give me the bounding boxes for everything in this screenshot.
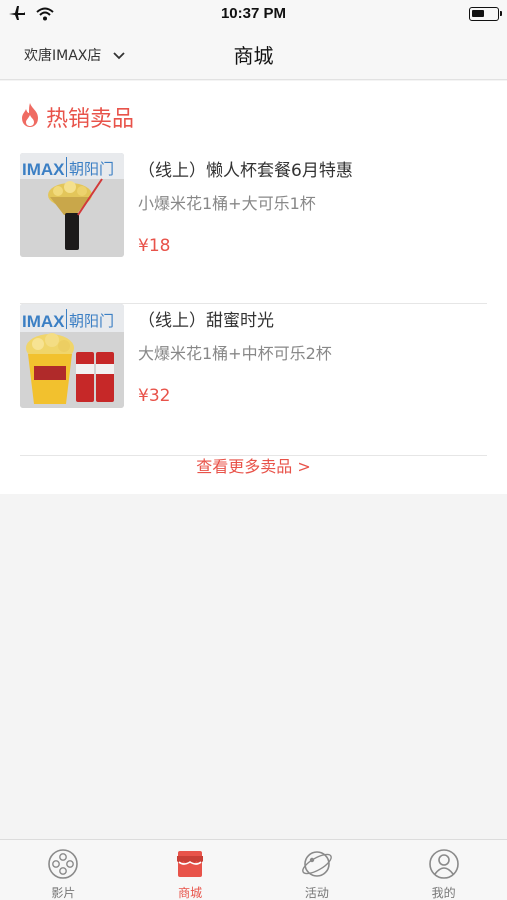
- user-icon: [428, 848, 460, 880]
- product-item[interactable]: IMAX 朝阳门 （线上）懒人杯套餐6月特惠 小爆米花1桶+大可乐1杯 ¥18: [20, 152, 487, 304]
- flame-icon: [20, 102, 40, 132]
- product-price: ¥32: [138, 386, 171, 406]
- tab-bar: 影片 商城 活动 我的: [0, 839, 507, 900]
- product-image-store: 朝阳门: [69, 160, 114, 178]
- product-item[interactable]: IMAX 朝阳门 （线上）甜蜜时光 大爆米花1桶+中杯可乐2杯 ¥32: [20, 304, 487, 456]
- product-image-store: 朝阳门: [69, 312, 114, 330]
- tab-label: 商城: [178, 886, 203, 900]
- view-more-link[interactable]: 查看更多卖品 >: [0, 453, 507, 477]
- page-title: 商城: [233, 44, 274, 68]
- product-desc: 大爆米花1桶+中杯可乐2杯: [138, 344, 332, 363]
- section-header: 热销卖品: [20, 101, 134, 133]
- tab-label: 活动: [304, 886, 329, 900]
- tab-label: 我的: [431, 886, 456, 900]
- tab-label: 影片: [51, 886, 76, 900]
- status-bar: 10:37 PM: [0, 0, 507, 28]
- product-name: （线上）甜蜜时光: [138, 311, 274, 331]
- tab-movies[interactable]: 影片: [0, 840, 127, 900]
- product-image: IMAX 朝阳门: [20, 153, 124, 257]
- tab-activities[interactable]: 活动: [254, 840, 381, 900]
- battery-icon: [469, 7, 502, 21]
- tab-profile[interactable]: 我的: [380, 840, 507, 900]
- product-image-brand: IMAX: [22, 160, 65, 179]
- product-image-brand: IMAX: [22, 312, 65, 331]
- product-name: （线上）懒人杯套餐6月特惠: [138, 161, 353, 181]
- product-desc: 小爆米花1桶+大可乐1杯: [138, 194, 316, 213]
- product-image: IMAX 朝阳门: [20, 304, 124, 408]
- store-icon: [174, 848, 206, 880]
- section-title: 热销卖品: [46, 107, 135, 132]
- product-price: ¥18: [138, 236, 171, 256]
- hot-products-section: 热销卖品 IMAX 朝阳门 （线上）懒人杯套餐6月特惠 小爆米花1桶+大可乐1杯…: [0, 81, 507, 494]
- film-reel-icon: [47, 848, 79, 880]
- planet-icon: [301, 848, 333, 880]
- nav-bar: 欢唐IMAX店 商城: [0, 28, 507, 80]
- status-time: 10:37 PM: [220, 5, 287, 22]
- tab-store[interactable]: 商城: [127, 840, 254, 900]
